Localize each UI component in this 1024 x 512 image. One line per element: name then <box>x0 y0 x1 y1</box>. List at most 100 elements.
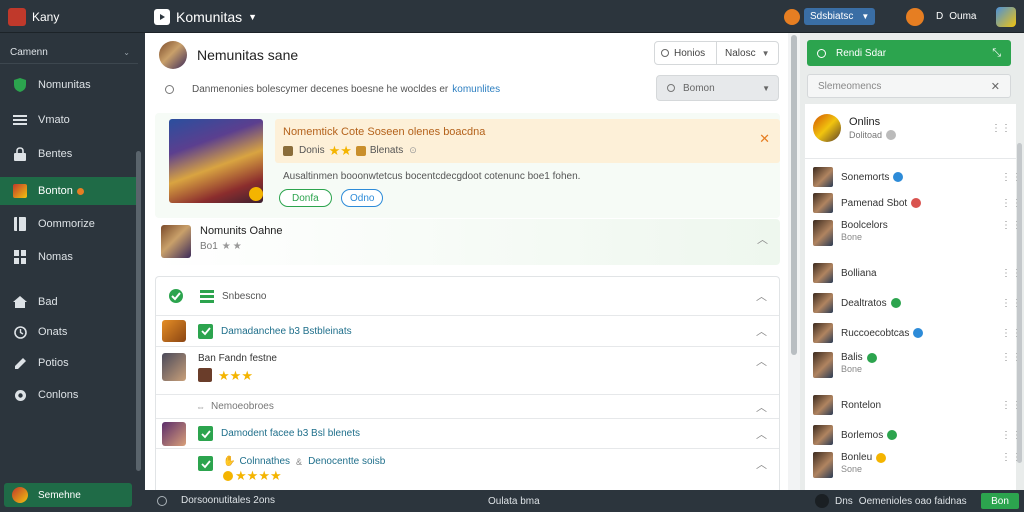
search-link[interactable]: komunlites <box>452 84 500 95</box>
top-bar: Kany Komunitas ▼ Sdsbiatsc ▼ D Ouma <box>0 0 1024 33</box>
sidebar-item-label: Bad <box>38 296 58 308</box>
checkbox-checked-icon[interactable] <box>198 323 213 339</box>
close-icon[interactable]: ✕ <box>759 131 770 147</box>
chevron-up-icon[interactable]: ︿ <box>757 231 768 247</box>
more-icon[interactable]: ⋮⋮ <box>991 123 1011 134</box>
sidebar-item-potios[interactable]: Potios <box>0 349 138 377</box>
chevron-up-icon[interactable]: ︿ <box>756 353 767 369</box>
page-title: Komunitas <box>176 8 243 25</box>
status-dot-icon <box>876 452 887 463</box>
list-item[interactable]: Damodent facee b3 Bsl blenets ︿ <box>156 418 779 448</box>
app-logo[interactable]: Kany <box>8 6 59 27</box>
rating: ★ ★ ★ <box>198 368 277 382</box>
friend-item[interactable]: Boolcelors Bone ⋮⋮ <box>813 220 1023 246</box>
friend-item[interactable]: Bolliana ⋮⋮ <box>813 263 1023 283</box>
chevron-down-icon: ▼ <box>861 12 870 21</box>
header-button-group: Honios Nalosc ▼ <box>654 41 779 65</box>
close-icon[interactable]: ✕ <box>991 80 1000 93</box>
sidebar-item-bentes[interactable]: Bentes <box>0 140 138 168</box>
title-dropdown[interactable]: Komunitas ▼ <box>154 6 257 27</box>
sidebar-item-nomas[interactable]: Nomas <box>0 243 138 271</box>
friend-name: Rontelon <box>841 399 882 411</box>
friends-search-input[interactable]: Slemeomencs ✕ <box>807 74 1011 98</box>
list-item-text: Nemoeobroes <box>211 401 274 412</box>
shield-icon <box>12 77 28 93</box>
promo-button-blue[interactable]: Odno <box>341 189 384 207</box>
friend-item[interactable]: Borlemos ⋮⋮ <box>813 425 1023 445</box>
friend-item[interactable]: Bonleu Sone ⋮⋮ <box>813 452 1023 478</box>
sidebar-item-bad[interactable]: Bad <box>0 288 138 316</box>
right-panel: Rendi Sdar ⤡ Slemeomencs ✕ Onlins Dolito… <box>800 33 1024 490</box>
sidebar-item-conlons[interactable]: Conlons <box>0 381 138 409</box>
list-icon <box>200 289 214 303</box>
check-icon <box>168 288 184 304</box>
collapse-icon[interactable]: ⤡ <box>992 47 1001 60</box>
list-item[interactable]: ⇔ Nemoeobroes ︿ <box>156 394 779 418</box>
sidebar-item-onats[interactable]: Onats <box>0 318 138 346</box>
list-item[interactable]: ✋ Colnnathes & Denocentte soisb ★ ★ ★ ★ … <box>156 448 779 490</box>
status-dot-icon <box>893 172 904 182</box>
avatar <box>813 395 833 415</box>
main-scrollbar[interactable] <box>788 33 800 490</box>
star-icon: ★ <box>246 468 259 483</box>
friend-item[interactable]: Dealtratos ⋮⋮ <box>813 293 1023 313</box>
friend-card[interactable]: Nomunits Oahne Bo1 ★ ★ ︿ <box>155 219 780 265</box>
friend-text: Boolcelors Bone <box>841 220 888 243</box>
user-menu[interactable]: D Ouma <box>906 6 976 27</box>
search-icon <box>661 49 669 57</box>
list-item[interactable]: Ban Fandn festne ★ ★ ★ ︿ <box>156 346 779 394</box>
header-button-1[interactable]: Honios <box>655 42 717 64</box>
checkbox-checked-icon[interactable] <box>198 426 213 441</box>
status-dropdown[interactable]: Sdsbiatsc ▼ <box>784 6 876 27</box>
search-row[interactable]: Danmenonies bolescymer decenes boesne he… <box>165 80 635 98</box>
bottom-action-button[interactable]: Bon <box>981 493 1019 509</box>
search-dropdown[interactable]: Bomon ▼ <box>656 75 779 101</box>
star-icon: ★ <box>221 241 231 252</box>
sidebar-item-oommorize[interactable]: Oommorize <box>0 210 138 238</box>
chevron-up-icon[interactable]: ︿ <box>756 456 767 472</box>
sidebar-item-vmato[interactable]: Vmato <box>0 106 138 134</box>
friend-card-name: Nomunits Oahne <box>200 225 283 237</box>
star-icon: ★ <box>269 468 282 483</box>
friend-item[interactable]: Rontelon ⋮⋮ <box>813 395 1023 415</box>
sidebar-item-label: Nomunitas <box>38 79 91 91</box>
friends-scrollbar[interactable] <box>1017 143 1022 463</box>
scrollbar-thumb[interactable] <box>791 35 797 355</box>
list-icon <box>12 112 28 128</box>
sidebar-footer-button[interactable]: Semehne <box>4 483 132 507</box>
friend-item[interactable]: Sonemorts ⋮⋮ <box>813 167 1023 187</box>
bottom-left[interactable]: Dorsoonutitales 2ons <box>157 495 275 506</box>
status-dot-icon <box>913 328 924 338</box>
sidebar-item-label: Bentes <box>38 148 73 160</box>
checkbox-checked-icon[interactable] <box>198 456 213 471</box>
friend-card-sub: Bo1 ★ ★ <box>200 241 242 252</box>
promo-description: Ausaltinmen booonwtetcus bocentcdecgdoot… <box>283 171 581 182</box>
chevron-up-icon[interactable]: ︿ <box>756 323 767 339</box>
avatar <box>815 494 829 508</box>
list-item[interactable]: Damadanchee b3 Bstbleinats ︿ <box>156 315 779 346</box>
sidebar-item-nomunitas[interactable]: Nomunitas <box>0 71 138 99</box>
header-button-2[interactable]: Nalosc ▼ <box>717 42 778 64</box>
friend-text: Balis Bone <box>841 352 877 375</box>
sidebar-scrollbar[interactable] <box>136 151 141 471</box>
status-select[interactable]: Sdsbiatsc ▼ <box>804 8 876 25</box>
sidebar-dropdown[interactable]: Camenn ⌄ <box>10 43 130 61</box>
friend-item[interactable]: Pamenad Sbot ⋮⋮ <box>813 193 1023 213</box>
chevron-up-icon[interactable]: ︿ <box>756 399 767 415</box>
list-header[interactable]: Snbescno ︿ <box>156 277 779 315</box>
promo-sub-label: Donis <box>299 145 325 156</box>
bottom-bar: Dorsoonutitales 2ons Oulata bma Dns Oeme… <box>145 490 1024 512</box>
chevron-up-icon[interactable]: ︿ <box>756 288 767 304</box>
promo-button-green-label: Donfa <box>292 192 319 204</box>
friends-search-button[interactable]: Rendi Sdar ⤡ <box>807 40 1011 66</box>
edit-icon <box>12 355 28 371</box>
promo-button-green[interactable]: Donfa <box>279 189 332 207</box>
star-icon: ★ <box>232 241 242 252</box>
sidebar-item-bonton[interactable]: Bonton <box>0 177 138 205</box>
chevron-up-icon[interactable]: ︿ <box>756 426 767 442</box>
info-icon <box>157 495 167 506</box>
list-item-text: Damodent facee b3 Bsl blenets <box>221 428 360 439</box>
profile-avatar[interactable] <box>996 6 1016 27</box>
friend-item[interactable]: Ruccoecobtcas ⋮⋮ <box>813 323 1023 343</box>
friend-item[interactable]: Balis Bone ⋮⋮ <box>813 352 1023 378</box>
